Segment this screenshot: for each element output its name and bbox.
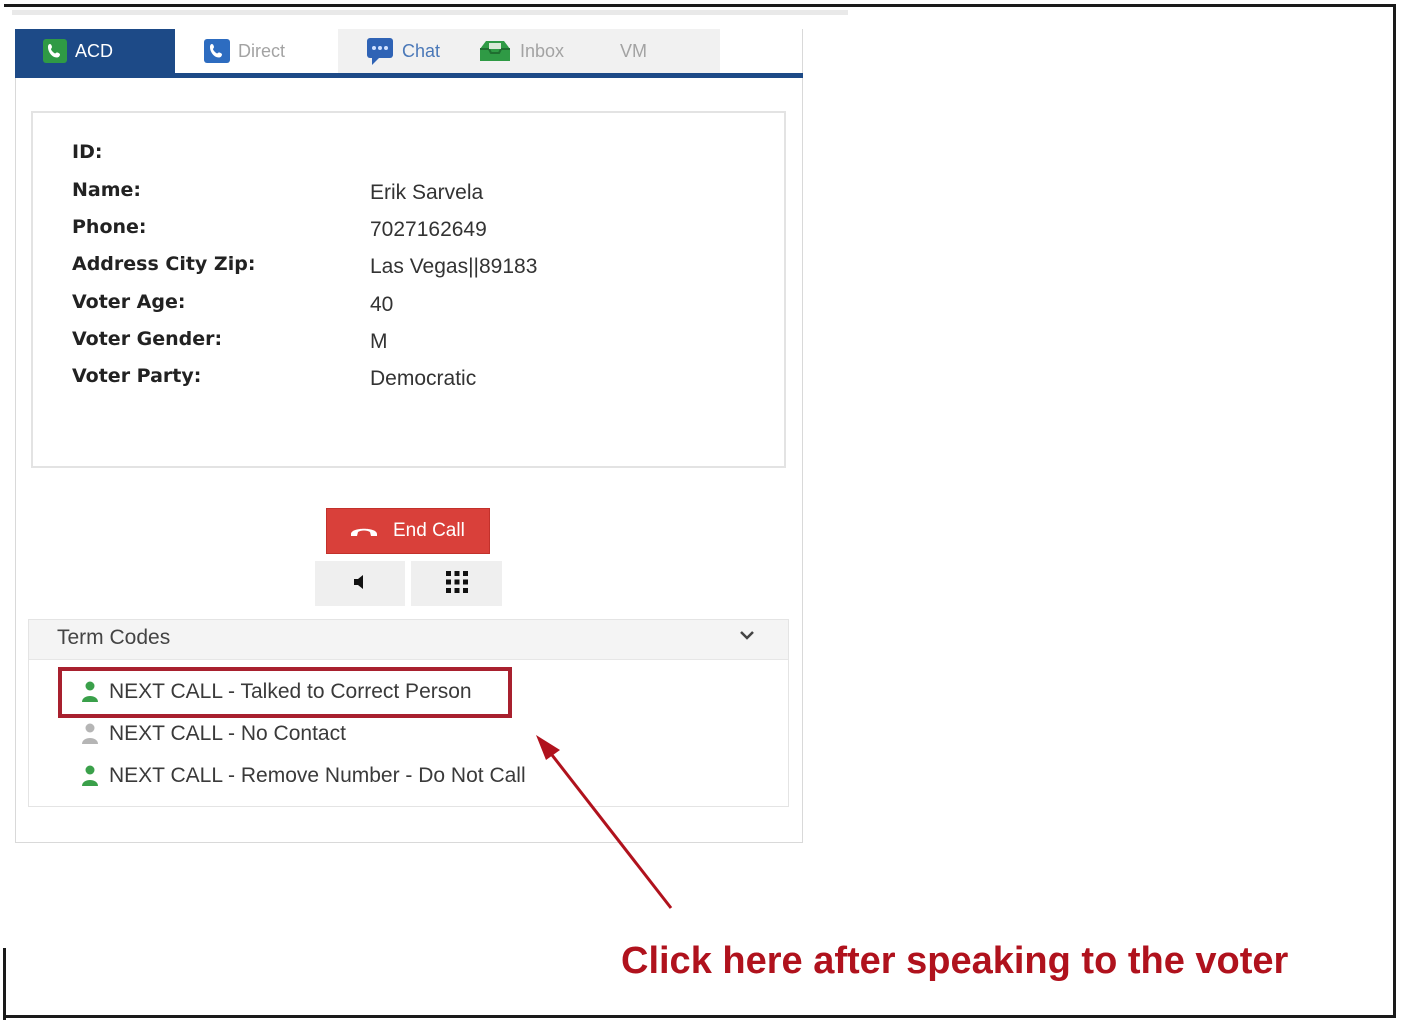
annotation-arrow [536,735,673,909]
annotation-text: Click here after speaking to the voter [621,940,1289,982]
